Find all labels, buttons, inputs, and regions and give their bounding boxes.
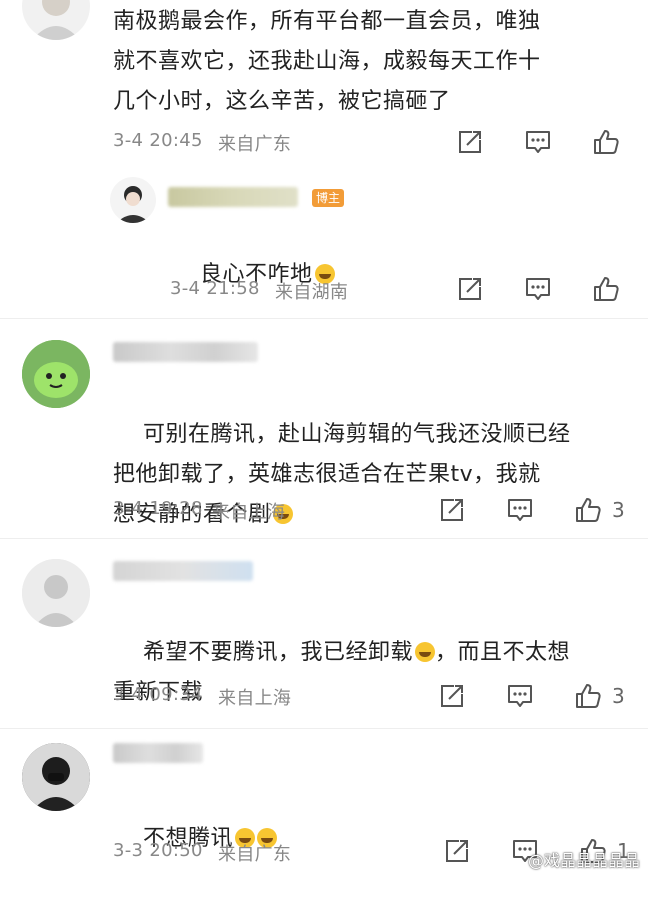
share-icon xyxy=(438,496,466,524)
comment-button[interactable] xyxy=(506,496,534,524)
share-icon xyxy=(443,837,471,865)
comment-4: 希望不要腾讯，我已经卸载 ，而且不太想 重新下载 3-4 09:34 来自上海 3 xyxy=(0,545,648,725)
comment-icon xyxy=(506,682,534,710)
username-blurred xyxy=(113,561,253,581)
comment-time: 3-4 09:34 xyxy=(113,684,203,705)
like-count: 3 xyxy=(612,684,625,708)
comment-button[interactable] xyxy=(524,275,552,303)
share-icon xyxy=(456,128,484,156)
like-count: 3 xyxy=(612,498,625,522)
divider xyxy=(0,318,648,319)
comment-text: 希望不要腾讯，我已经卸载 ，而且不太想 重新下载 xyxy=(113,640,571,705)
comment-location: 来自湖南 xyxy=(275,282,349,303)
share-button[interactable] xyxy=(456,128,484,156)
comment-reply: 博主 良心不咋地 3-4 21:58 来自湖南 xyxy=(0,175,648,315)
thumbs-up-icon xyxy=(574,496,602,524)
author-badge: 博主 xyxy=(312,189,345,207)
comment-location: 来自广东 xyxy=(218,844,292,865)
comment-time: 3-4 20:45 xyxy=(113,130,203,151)
comment-button[interactable] xyxy=(506,682,534,710)
username-blurred xyxy=(168,187,298,207)
comment-location: 来自上海 xyxy=(212,502,286,523)
comment-3: 可别在腾讯，赴山海剪辑的气我还没顺已经 把他卸载了，英雄志很适合在芒果tv，我就… xyxy=(0,330,648,530)
divider xyxy=(0,728,648,729)
share-icon xyxy=(456,275,484,303)
comment-location: 来自广东 xyxy=(218,134,292,155)
comment-icon xyxy=(506,496,534,524)
avatar[interactable] xyxy=(22,743,90,811)
comment-text: 良心不咋地 xyxy=(170,215,628,335)
watermark: @戏晶晶晶晶晶 xyxy=(527,851,640,870)
comment-text: 南极鹅最会作，所有平台都一直会员，唯独 就不喜欢它，还我赴山海，成毅每天工作十 … xyxy=(113,9,541,114)
share-button[interactable] xyxy=(443,837,471,865)
like-button[interactable]: 3 xyxy=(574,496,625,524)
like-button[interactable]: 3 xyxy=(574,682,625,710)
comment-text: 不想腾讯 xyxy=(113,779,628,899)
share-button[interactable] xyxy=(456,275,484,303)
thumbs-up-icon xyxy=(592,128,620,156)
comment-icon xyxy=(524,128,552,156)
share-button[interactable] xyxy=(438,682,466,710)
like-button[interactable] xyxy=(592,128,620,156)
divider xyxy=(0,538,648,539)
share-button[interactable] xyxy=(438,496,466,524)
comment-time: 3-3 20:50 xyxy=(113,840,203,861)
comment-button[interactable] xyxy=(524,128,552,156)
share-icon xyxy=(438,682,466,710)
avatar[interactable] xyxy=(110,177,156,223)
thumbs-up-icon xyxy=(574,682,602,710)
thumbs-up-icon xyxy=(592,275,620,303)
avatar[interactable] xyxy=(22,0,90,40)
username-blurred xyxy=(113,342,258,362)
like-button[interactable] xyxy=(592,275,620,303)
avatar[interactable] xyxy=(22,559,90,627)
laugh-cry-emoji xyxy=(415,642,435,662)
avatar[interactable] xyxy=(22,340,90,408)
username-blurred xyxy=(113,743,203,763)
comment-1: 南极鹅最会作，所有平台都一直会员，唯独 就不喜欢它，还我赴山海，成毅每天工作十 … xyxy=(0,0,648,170)
comment-time: 3-4 21:58 xyxy=(170,278,260,299)
comment-location: 来自上海 xyxy=(218,688,292,709)
comment-time: 3-4 19:28 xyxy=(113,498,203,519)
comment-icon xyxy=(524,275,552,303)
